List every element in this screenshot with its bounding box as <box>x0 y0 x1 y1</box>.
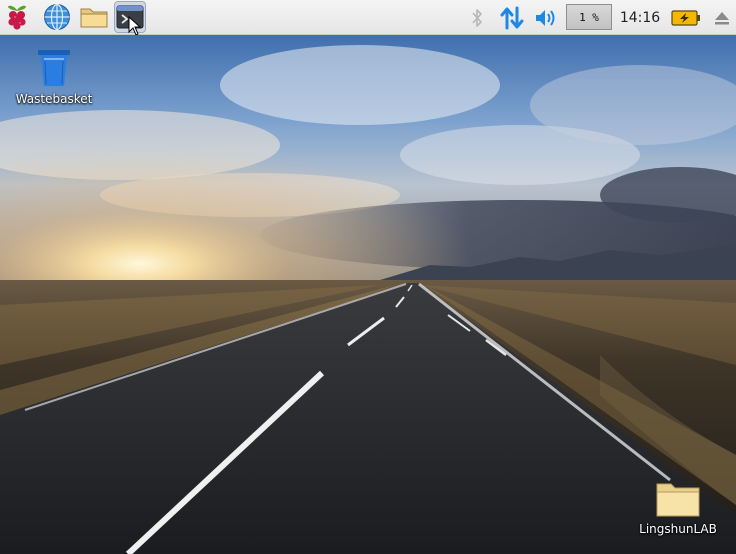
mouse-cursor-icon <box>128 16 142 36</box>
desktop-icon-lingshunlab-folder[interactable]: LingshunLAB <box>628 479 728 536</box>
clock[interactable]: 14:16 <box>617 0 663 35</box>
battery-charging-icon <box>671 9 700 26</box>
folder-icon <box>656 483 700 517</box>
eject-icon <box>715 11 729 24</box>
trash-icon <box>38 50 70 86</box>
speaker-icon <box>536 9 555 26</box>
web-browser-button[interactable] <box>42 2 72 32</box>
network-tray-button[interactable] <box>498 0 526 35</box>
lingshunlab-label: LingshunLAB <box>639 522 717 536</box>
file-manager-button[interactable] <box>79 2 109 32</box>
eject-tray-button[interactable] <box>710 0 734 35</box>
top-panel: 1 % 14:16 <box>0 0 736 36</box>
volume-tray-button[interactable] <box>533 0 559 35</box>
globe-icon <box>44 3 70 31</box>
folder-icon <box>80 8 108 28</box>
cpu-usage-text: 1 % <box>579 10 599 24</box>
wallpaper-road-sunset <box>0 35 736 554</box>
network-arrows-icon <box>500 6 524 29</box>
bluetooth-icon <box>472 8 482 27</box>
raspberry-menu-button[interactable] <box>2 2 32 32</box>
clock-text: 14:16 <box>619 9 661 26</box>
desktop[interactable]: Wastebasket LingshunLAB <box>0 35 736 554</box>
desktop-icon-wastebasket[interactable]: Wastebasket <box>8 47 100 106</box>
raspberry-icon <box>8 5 26 30</box>
bluetooth-tray-button[interactable] <box>466 0 488 35</box>
battery-tray-button[interactable] <box>670 0 702 35</box>
cpu-usage-monitor[interactable]: 1 % <box>566 4 612 30</box>
terminal-button[interactable] <box>114 1 146 36</box>
wastebasket-label: Wastebasket <box>15 92 93 106</box>
